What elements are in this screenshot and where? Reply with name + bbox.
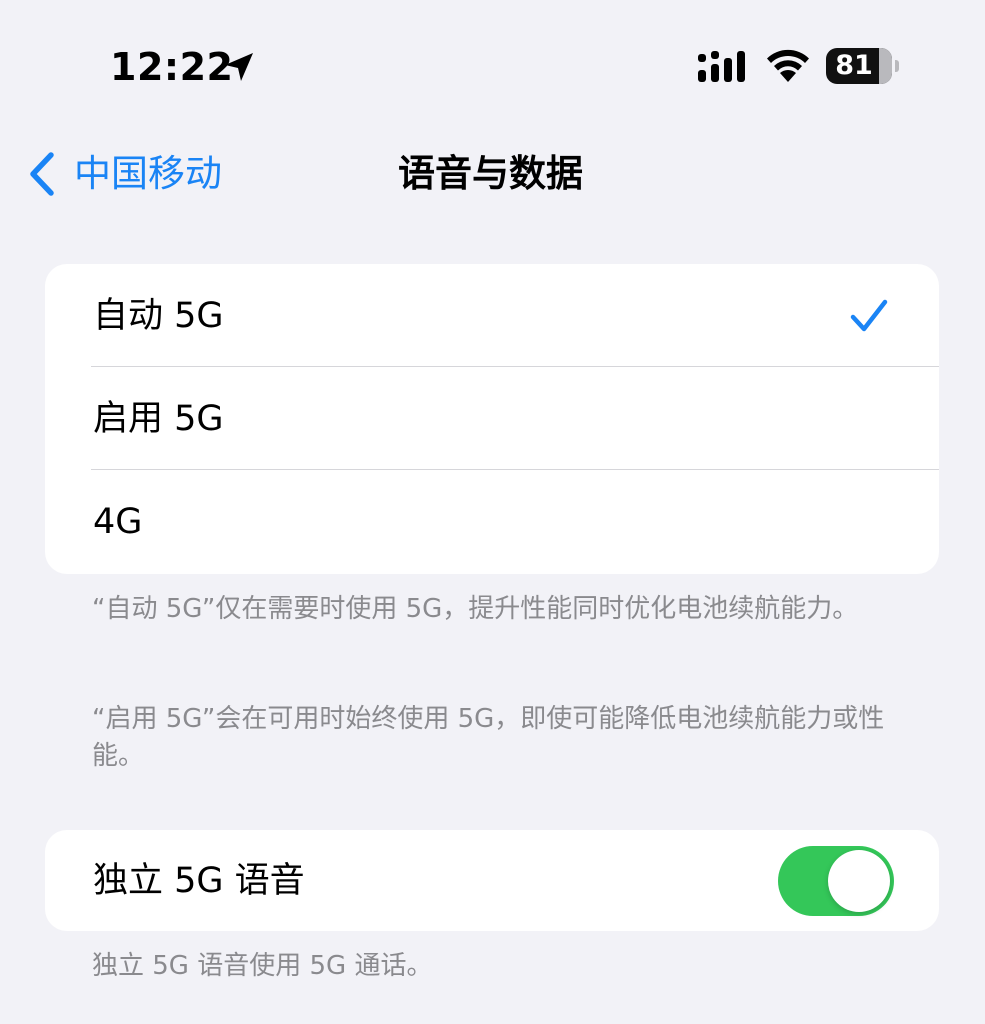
option-auto-5g[interactable]: 自动 5G xyxy=(45,264,939,367)
toggle-knob xyxy=(828,850,890,912)
back-button-label: 中国移动 xyxy=(74,152,222,195)
status-time: 12:22 xyxy=(110,45,234,89)
wifi-icon xyxy=(767,49,809,82)
network-mode-group: 自动 5G 启用 5G 4G xyxy=(45,264,939,574)
option-label: 启用 5G xyxy=(93,398,224,439)
chevron-left-icon xyxy=(30,152,54,196)
battery-level: 81 xyxy=(835,50,873,81)
cellular-signal-icon xyxy=(698,51,745,82)
standalone-5g-voice-row: 独立 5G 语音 xyxy=(45,830,939,931)
enable-5g-description: “启用 5G”会在可用时始终使用 5G，即使可能降低电池续航能力或性能。 xyxy=(92,704,885,771)
option-enable-5g[interactable]: 启用 5G xyxy=(45,367,939,470)
option-4g[interactable]: 4G xyxy=(45,470,939,573)
standalone-5g-voice-group: 独立 5G 语音 xyxy=(45,830,939,931)
standalone-5g-voice-description: 独立 5G 语音使用 5G 通话。 xyxy=(92,951,433,981)
auto-5g-description: “自动 5G”仅在需要时使用 5G，提升性能同时优化电池续航能力。 xyxy=(92,594,859,624)
standalone-5g-voice-label: 独立 5G 语音 xyxy=(93,860,305,901)
battery-icon: 81 xyxy=(826,48,900,86)
option-label: 自动 5G xyxy=(93,295,224,336)
navigation-bar: 语音与数据 中国移动 xyxy=(0,130,985,218)
option-label: 4G xyxy=(93,501,143,542)
status-bar: 12:22 81 xyxy=(0,0,985,130)
location-arrow-icon xyxy=(225,53,253,81)
checkmark-icon xyxy=(850,299,888,332)
back-button[interactable]: 中国移动 xyxy=(26,146,222,202)
standalone-5g-voice-toggle[interactable] xyxy=(778,846,894,916)
